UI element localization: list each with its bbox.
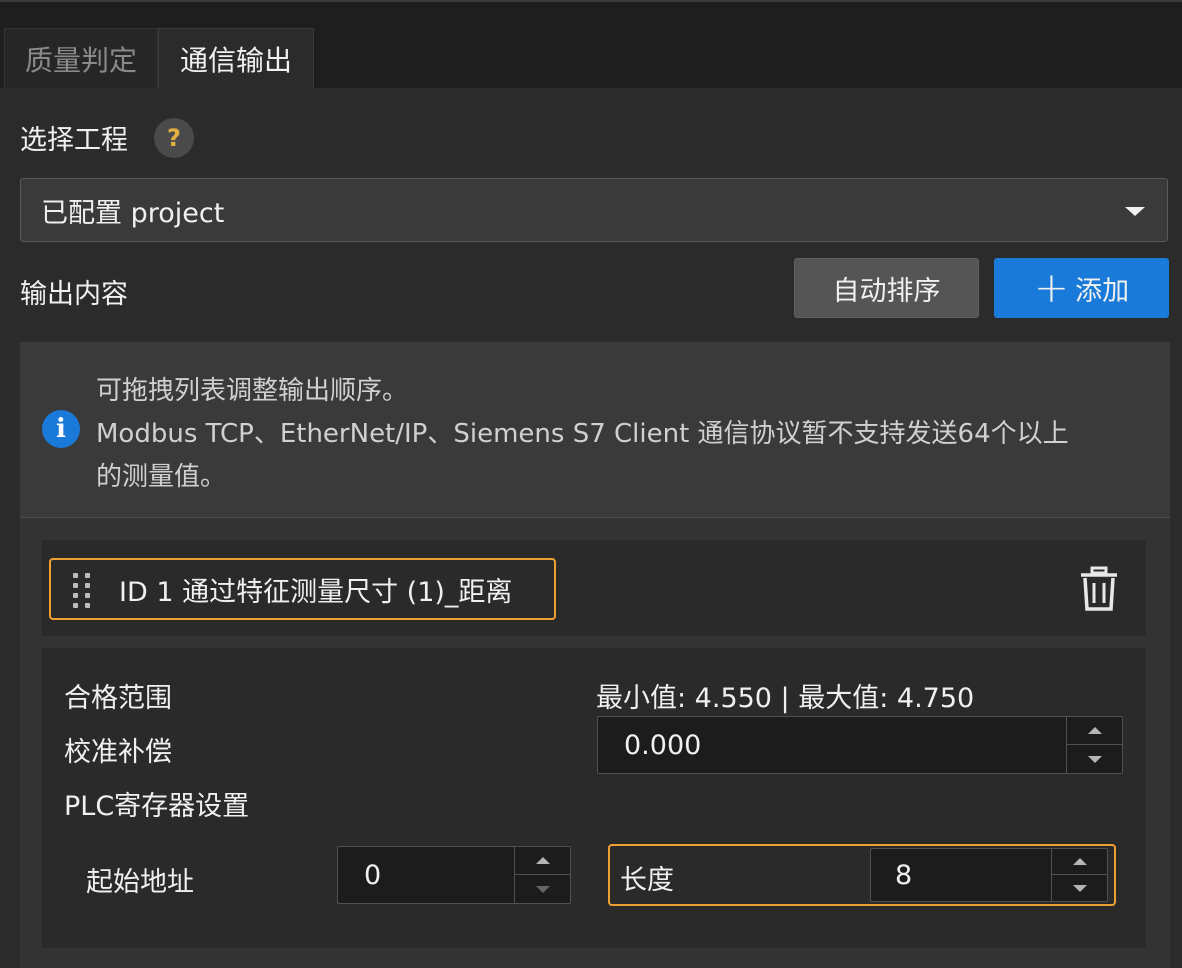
length-stepper[interactable] — [1051, 849, 1107, 901]
start-address-input[interactable]: 0 — [337, 846, 571, 904]
start-address-stepper[interactable] — [514, 847, 570, 903]
drag-handle-icon[interactable] — [71, 571, 93, 608]
add-button[interactable]: + 添加 — [994, 258, 1169, 318]
help-icon[interactable]: ? — [154, 118, 194, 158]
info-line-2: Modbus TCP、EtherNet/IP、Siemens S7 Client… — [96, 419, 1069, 449]
stepper-down-icon[interactable] — [515, 875, 570, 903]
length-field: 长度 8 — [608, 844, 1116, 906]
info-line-3: 的测量值。 — [96, 462, 227, 492]
plc-register-label: PLC寄存器设置 — [64, 791, 250, 822]
list-item-title[interactable]: ID 1 通过特征测量尺寸 (1)_距离 — [49, 558, 556, 620]
calibration-stepper[interactable] — [1066, 717, 1122, 773]
chevron-down-icon — [1125, 207, 1145, 216]
info-panel: i 可拖拽列表调整输出顺序。 Modbus TCP、EtherNet/IP、Si… — [20, 342, 1170, 518]
project-select[interactable]: 已配置 project — [20, 178, 1168, 242]
start-address-label: 起始地址 — [86, 867, 194, 898]
tab-quality-judgement[interactable]: 质量判定 — [4, 28, 158, 88]
project-select-value: 已配置 project — [41, 197, 225, 229]
stepper-up-icon[interactable] — [1067, 717, 1122, 745]
item-title-text: ID 1 通过特征测量尺寸 (1)_距离 — [119, 576, 513, 608]
calibration-value: 0.000 — [624, 729, 702, 761]
calibration-label: 校准补偿 — [64, 737, 172, 768]
qualified-range-label: 合格范围 — [64, 683, 172, 714]
plus-icon: + — [1033, 263, 1070, 312]
trash-icon[interactable] — [1078, 566, 1120, 612]
info-line-1: 可拖拽列表调整输出顺序。 — [96, 376, 409, 406]
length-input[interactable]: 8 — [870, 848, 1108, 902]
stepper-down-icon[interactable] — [1052, 875, 1107, 901]
auto-sort-button[interactable]: 自动排序 — [794, 258, 979, 318]
add-label: 添加 — [1075, 275, 1130, 307]
info-icon: i — [42, 410, 80, 448]
select-project-label: 选择工程 — [20, 125, 128, 156]
stepper-up-icon[interactable] — [515, 847, 570, 875]
qualified-range-value: 最小值: 4.550 | 最大值: 4.750 — [596, 683, 975, 714]
tab-communication-output[interactable]: 通信输出 — [158, 28, 314, 88]
auto-sort-label: 自动排序 — [832, 275, 941, 307]
length-label: 长度 — [620, 865, 674, 896]
stepper-down-icon[interactable] — [1067, 745, 1122, 773]
calibration-input[interactable]: 0.000 — [597, 716, 1123, 774]
output-content-label: 输出内容 — [20, 279, 128, 310]
stepper-up-icon[interactable] — [1052, 849, 1107, 875]
